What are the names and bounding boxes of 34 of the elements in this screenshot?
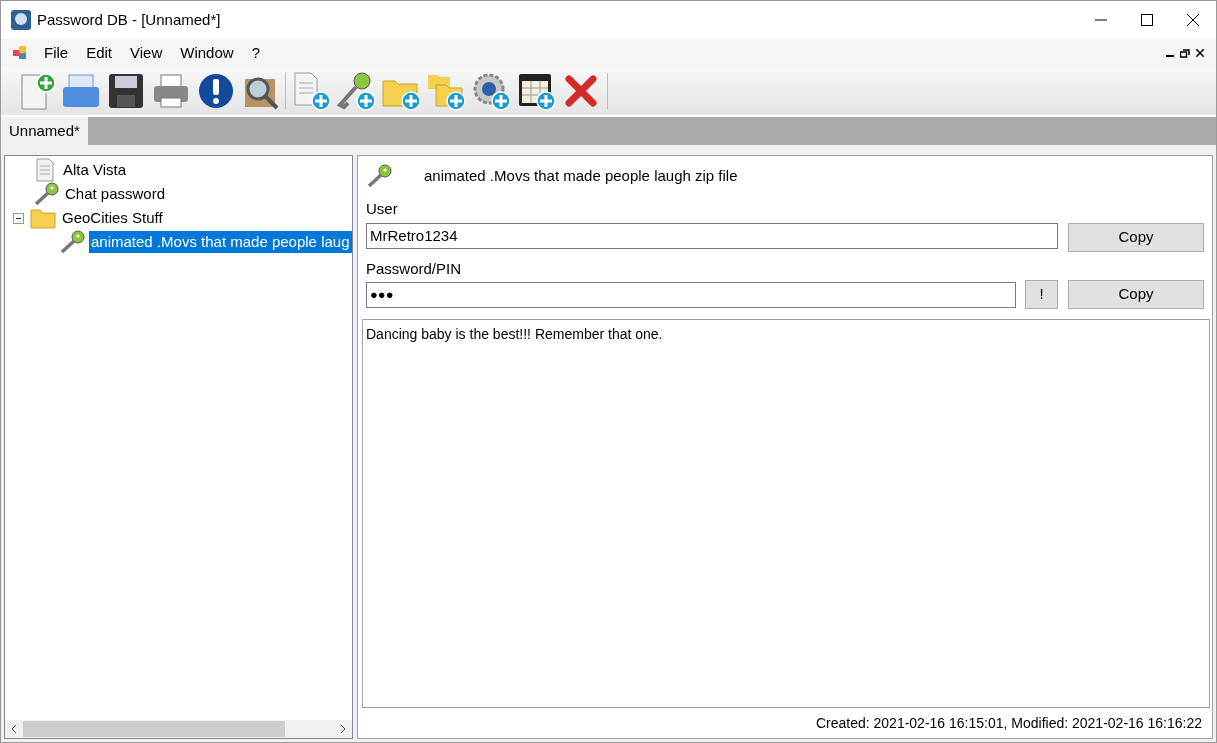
- collapse-toggle[interactable]: [13, 212, 24, 224]
- maximize-icon: [1141, 14, 1153, 26]
- window-title: Password DB - [Unnamed*]: [37, 9, 221, 30]
- tree-item[interactable]: GeoCities Stuff: [60, 206, 165, 230]
- show-password-button[interactable]: !: [1025, 280, 1058, 309]
- tree-item[interactable]: Alta Vista: [61, 158, 129, 182]
- restore-icon: [1180, 48, 1190, 58]
- key-icon: [366, 164, 392, 188]
- add-key-icon: [335, 71, 376, 111]
- folder-icon: [30, 207, 56, 229]
- close-icon: [1187, 14, 1199, 26]
- status-text: Created: 2021-02-16 16:15:01, Modified: 2021-02-16 16:16:22: [815, 713, 1202, 733]
- key-icon: [59, 230, 85, 254]
- menu-item[interactable]: File: [35, 41, 78, 65]
- key-icon: [33, 182, 59, 206]
- menu-item[interactable]: ?: [242, 41, 269, 65]
- user-label: User: [366, 199, 399, 219]
- close-icon: [1196, 49, 1204, 57]
- scroll-thumb[interactable]: [23, 721, 285, 737]
- horizontal-scrollbar[interactable]: [5, 720, 352, 738]
- password-label: Password/PIN: [366, 258, 463, 279]
- copy-button[interactable]: Copy: [1068, 280, 1204, 309]
- tree-item[interactable]: animated .Movs that made people laug: [89, 230, 352, 254]
- entry-title: animated .Movs that made people laugh zip file: [424, 165, 738, 186]
- menu-item[interactable]: Window: [171, 41, 243, 65]
- menu-item[interactable]: Edit: [77, 41, 122, 65]
- notes-area[interactable]: Dancing baby is the best!!! Remember that one.: [362, 319, 1210, 708]
- menu-item[interactable]: View: [121, 41, 172, 65]
- copy-button[interactable]: Copy: [1068, 222, 1204, 252]
- user-field[interactable]: MrRetro1234: [366, 223, 1058, 249]
- document-tab[interactable]: Unnamed*: [1, 117, 88, 145]
- password-field[interactable]: ●●●: [366, 281, 1016, 308]
- app-icon: [10, 9, 32, 31]
- tree-item[interactable]: Chat password: [63, 182, 168, 206]
